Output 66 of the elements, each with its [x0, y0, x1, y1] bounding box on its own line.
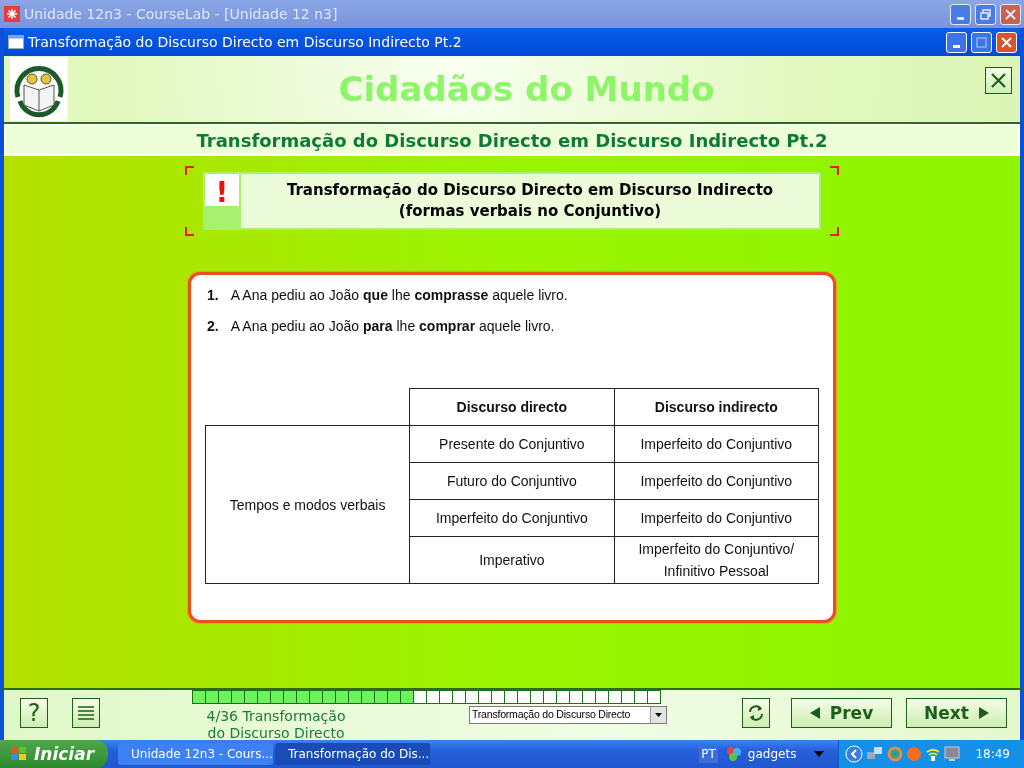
close-icon [1005, 8, 1016, 20]
lesson-title: Transformação do Discurso Directo em Discurso Indirecto Pt.2 [196, 129, 828, 151]
list-number: 2. [207, 318, 219, 334]
caret-icon[interactable] [814, 751, 825, 757]
gadgets-icon[interactable] [725, 746, 742, 762]
prev-button[interactable]: Prev [791, 698, 892, 729]
start-button[interactable]: Iniciar [0, 740, 108, 768]
language-indicator[interactable]: PT [699, 745, 718, 763]
help-button[interactable]: ? [20, 698, 48, 729]
frame-corner [830, 227, 839, 236]
column-header: Discurso directo [409, 388, 615, 426]
gadgets-label[interactable]: gadgets [747, 747, 797, 761]
notice-subtitle: (formas verbais no Conjuntivo) [398, 201, 662, 222]
frame-corner [830, 166, 839, 175]
course-title: Cidadãos do Mundo [337, 69, 716, 109]
table-cell: Imperativo [409, 536, 615, 584]
network-icon[interactable] [866, 746, 885, 762]
column-header: Discurso indirecto [614, 388, 819, 426]
restore-button[interactable] [975, 3, 996, 25]
table-cell: Imperfeito do Conjuntivo [614, 425, 819, 463]
app-icon [4, 6, 20, 22]
table-cell: Imperfeito do Conjuntivo [614, 499, 819, 537]
exclamation-icon: ! [215, 174, 229, 228]
taskbar-button[interactable]: Unidade 12n3 - Cours... [118, 743, 273, 765]
minimize-button[interactable] [950, 3, 971, 25]
table-cell: Futuro do Conjuntivo [409, 462, 615, 500]
university-logo [10, 57, 68, 121]
menu-button[interactable] [72, 698, 100, 729]
example-sentence: A Ana pediu ao João que lhe comprasse aquele livro. [230, 287, 568, 303]
page-label: 4/36 Transformação do Discurso Directo [205, 708, 347, 743]
table-cell: Presente do Conjuntivo [409, 425, 615, 463]
close-icon [1001, 36, 1012, 48]
menu-icon [77, 704, 95, 723]
monitor-icon[interactable] [944, 746, 961, 762]
minimize-button[interactable] [946, 31, 967, 53]
maximize-button[interactable] [971, 31, 992, 53]
window-title: Unidade 12n3 - CourseLab - [Unidade 12 n3] [24, 6, 339, 22]
next-button[interactable]: Next [906, 698, 1007, 729]
frame-corner [185, 227, 194, 236]
windows-logo-icon [10, 746, 28, 762]
page-dropdown[interactable]: Transformação do Discurso Directo [469, 706, 667, 725]
left-arrow-icon [809, 707, 820, 720]
taskbar-button[interactable]: Transformação do Dis... [275, 743, 430, 765]
table-cell: Imperfeito do Conjuntivo [614, 462, 819, 500]
wifi-icon[interactable] [925, 746, 942, 762]
minimize-icon [953, 44, 960, 48]
close-icon [990, 71, 1007, 89]
window-icon [8, 35, 24, 49]
list-number: 1. [207, 287, 219, 303]
restore-icon [980, 8, 991, 20]
table-cell: Imperfeito do Conjuntivo [409, 499, 615, 537]
dropdown-arrow-icon [655, 713, 662, 718]
window-title: Transformação do Discurso Directo em Discurso Indirecto Pt.2 [28, 34, 463, 50]
minimize-icon [957, 16, 964, 20]
clock: 18:49 [975, 747, 1010, 761]
table-cell: Imperfeito do Conjuntivo/ Infinitivo Pessoal [614, 536, 819, 584]
close-button[interactable] [985, 66, 1012, 94]
notice-title: Transformação do Discurso Directo em Discurso Indirecto [286, 180, 774, 201]
refresh-button[interactable] [742, 698, 770, 729]
right-arrow-icon [978, 707, 989, 720]
maximize-icon [976, 36, 987, 48]
row-header: Tempos e modos verbais [205, 425, 410, 584]
example-sentence: A Ana pediu ao João para lhe comprar aquele livro. [230, 318, 555, 334]
frame-corner [185, 166, 194, 175]
chevron-left-icon[interactable] [845, 745, 864, 763]
refresh-icon [747, 703, 765, 724]
